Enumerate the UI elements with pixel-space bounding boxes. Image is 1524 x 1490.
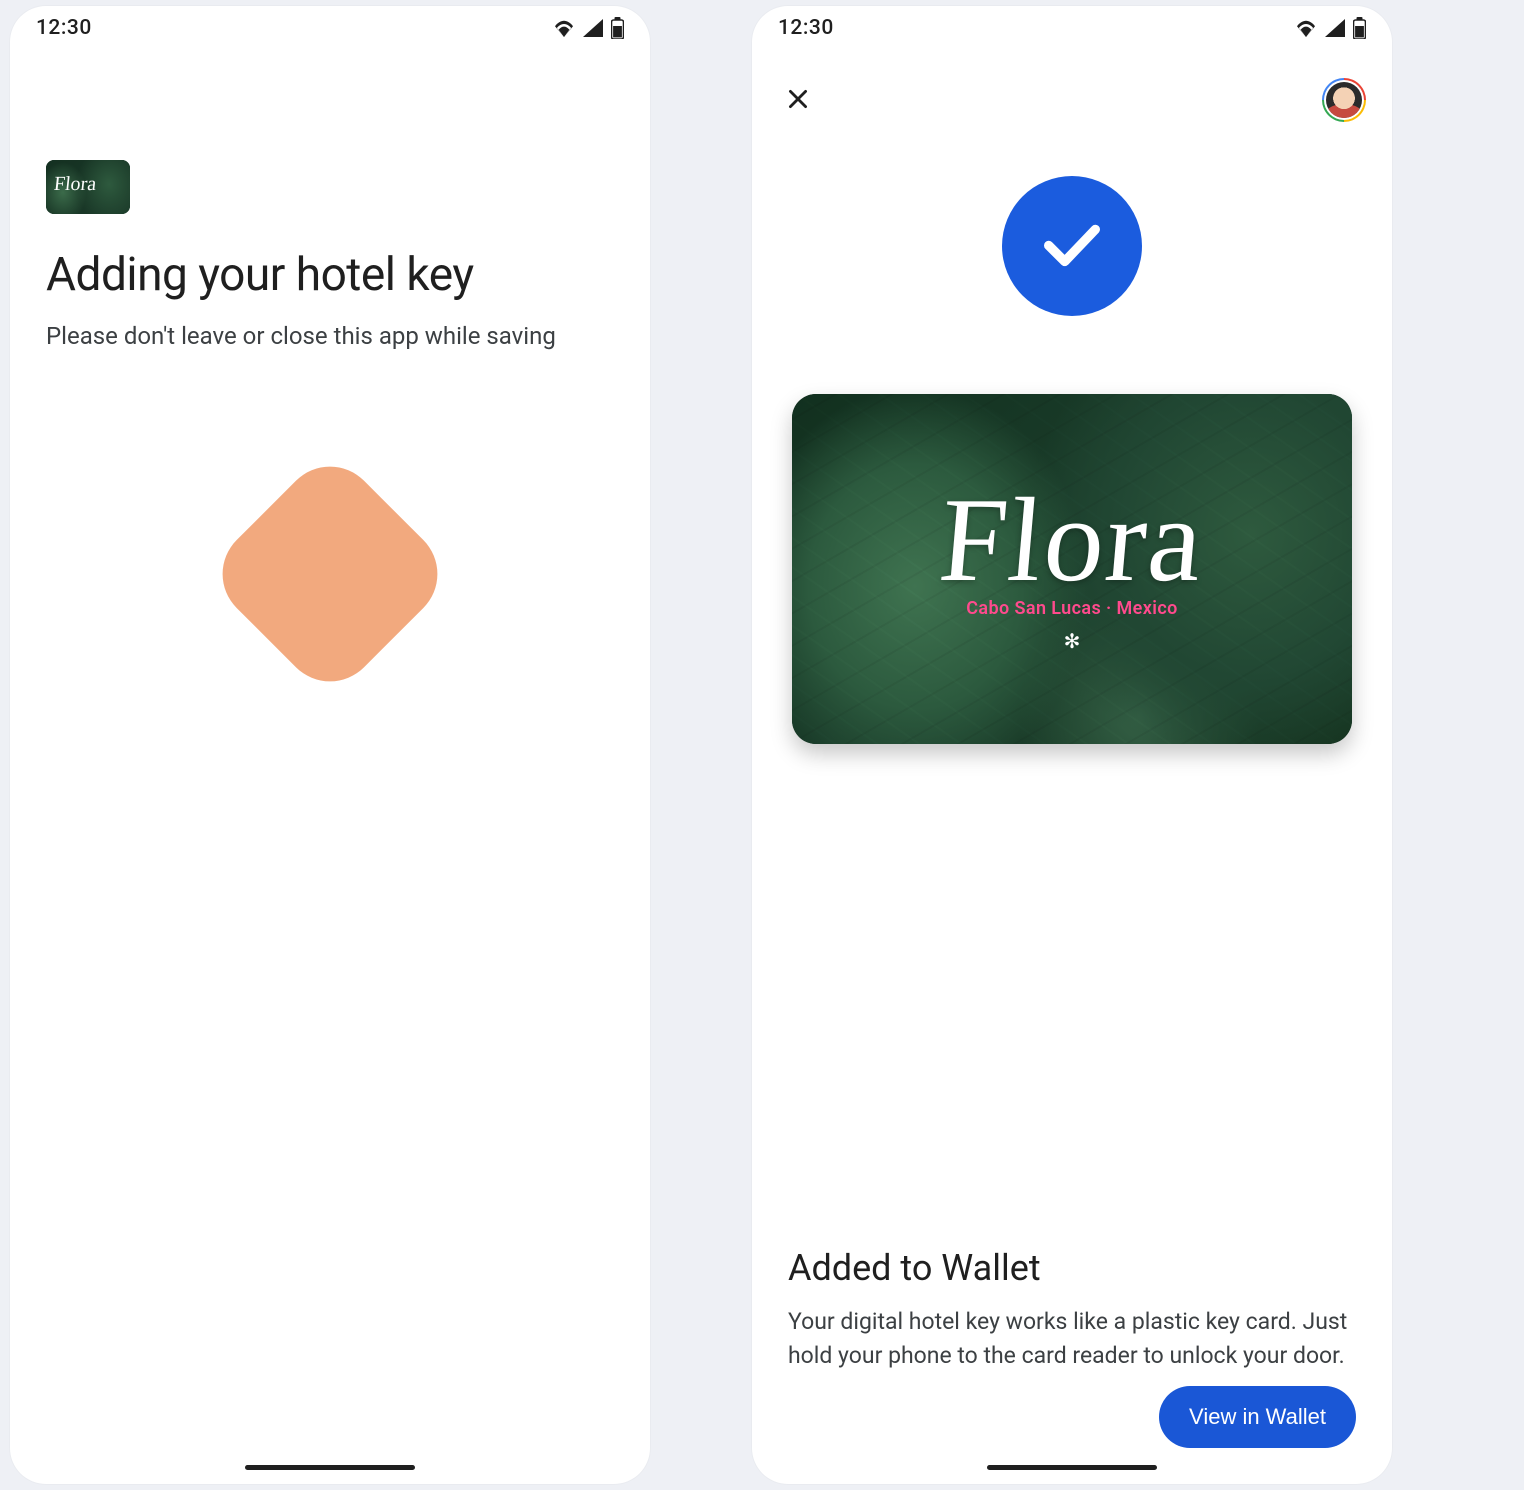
cell-signal-icon: [583, 19, 603, 37]
status-bar: 12:30: [752, 6, 1392, 50]
close-button[interactable]: [778, 80, 818, 120]
page-title: Adding your hotel key: [46, 248, 614, 302]
avatar-image: [1326, 82, 1362, 118]
status-icons: [1295, 17, 1366, 39]
added-title: Added to Wallet: [788, 1247, 1356, 1289]
wifi-icon: [1295, 19, 1317, 37]
checkmark-icon: [1037, 209, 1107, 283]
card-brand: Flora: [936, 480, 1210, 600]
nav-handle[interactable]: [987, 1465, 1157, 1470]
close-icon: [785, 86, 811, 115]
phone-adding: 12:30 Flora Adding your hotel key Please…: [10, 6, 650, 1484]
battery-icon: [611, 17, 624, 39]
account-avatar[interactable]: [1322, 78, 1366, 122]
status-bar: 12:30: [10, 6, 650, 50]
hotel-key-card[interactable]: Flora Cabo San Lucas · Mexico ✻: [792, 394, 1352, 744]
battery-icon: [1353, 17, 1366, 39]
hotel-key-thumbnail: Flora: [46, 160, 130, 214]
status-icons: [553, 17, 624, 39]
cell-signal-icon: [1325, 19, 1345, 37]
nav-handle[interactable]: [245, 1465, 415, 1470]
wifi-icon: [553, 19, 575, 37]
sparkle-icon: ✻: [1064, 629, 1081, 653]
success-check: [1002, 176, 1142, 316]
view-in-wallet-button[interactable]: View in Wallet: [1159, 1386, 1356, 1448]
status-time: 12:30: [778, 16, 834, 40]
page-subtitle: Please don't leave or close this app whi…: [46, 320, 614, 354]
added-description: Your digital hotel key works like a plas…: [788, 1305, 1356, 1372]
loading-spinner: [240, 484, 420, 664]
phone-added: 12:30: [752, 6, 1392, 1484]
status-time: 12:30: [36, 16, 92, 40]
brand-mini: Flora: [53, 174, 97, 194]
